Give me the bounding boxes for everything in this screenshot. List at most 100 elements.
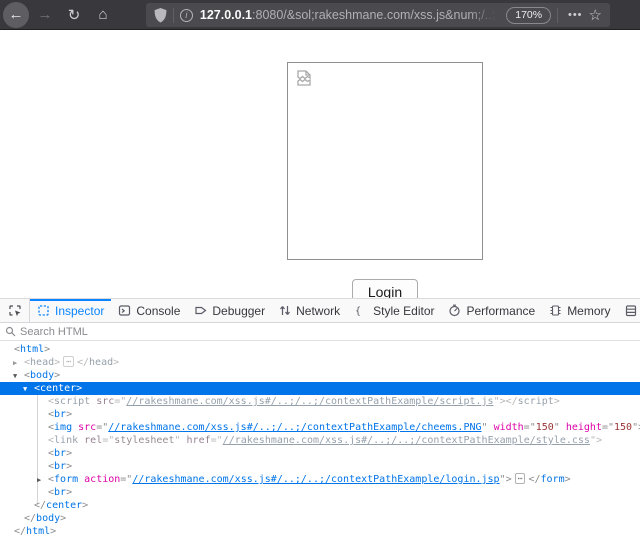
url-bar[interactable]: i 127.0.0.1:8080/&sol;rakeshmane.com/xss… bbox=[146, 3, 610, 27]
dom-punct: > bbox=[66, 409, 72, 420]
dom-punct: > bbox=[76, 383, 82, 394]
dom-punct: > bbox=[113, 357, 119, 368]
dom-tag: body bbox=[36, 513, 60, 524]
devtools-tabbar: Inspector Console Debugger Network bbox=[0, 298, 640, 323]
tab-network[interactable]: Network bbox=[272, 299, 347, 322]
url-path: :8080/&sol;rakeshmane.com/xss.js&num;/..… bbox=[252, 8, 502, 22]
dom-row-br[interactable]: <br> bbox=[0, 486, 640, 499]
dom-row-body-close[interactable]: </body> bbox=[0, 512, 640, 525]
site-info-icon[interactable]: i bbox=[180, 9, 193, 22]
dom-attr-link[interactable]: //rakeshmane.com/xss.js#/..;/..;/context… bbox=[126, 396, 493, 407]
dom-punct: > bbox=[54, 370, 60, 381]
dom-attr-link[interactable]: //rakeshmane.com/xss.js#/..;/..;/context… bbox=[223, 435, 590, 446]
dom-row-img[interactable]: <img src="//rakeshmane.com/xss.js#/..;/.… bbox=[0, 421, 640, 434]
dom-row-html-close[interactable]: </html> bbox=[0, 525, 640, 538]
dom-punct: " bbox=[482, 422, 494, 433]
dom-punct: > bbox=[54, 357, 60, 368]
dom-tag: head bbox=[89, 357, 113, 368]
dom-punct: > bbox=[554, 396, 560, 407]
dom-attr-link[interactable]: //rakeshmane.com/xss.js#/..;/..;/context… bbox=[132, 474, 499, 485]
devtools-search-bar bbox=[0, 323, 640, 341]
page-actions-icon[interactable]: ••• bbox=[564, 9, 587, 21]
dom-tag: form bbox=[54, 474, 78, 485]
search-html-input[interactable] bbox=[20, 326, 640, 338]
dom-row-br[interactable]: <br> bbox=[0, 460, 640, 473]
dom-attr-name: height bbox=[566, 422, 602, 433]
dom-punct: > bbox=[60, 513, 66, 524]
url-host: 127.0.0.1 bbox=[200, 8, 252, 22]
dom-tag: head bbox=[30, 357, 54, 368]
dom-tag: center bbox=[46, 500, 82, 511]
dom-attr-value: stylesheet bbox=[114, 435, 174, 446]
dom-punct: =" bbox=[524, 422, 536, 433]
urlbar-separator bbox=[173, 8, 174, 23]
dom-punct: </ bbox=[14, 526, 26, 537]
reload-button[interactable]: ↻ bbox=[61, 2, 87, 28]
login-button[interactable]: Login bbox=[352, 279, 418, 298]
network-icon bbox=[279, 304, 291, 317]
dom-punct: =" bbox=[211, 435, 223, 446]
tab-inspector[interactable]: Inspector bbox=[30, 299, 111, 322]
dom-row-link[interactable]: <link rel="stylesheet" href="//rakeshman… bbox=[0, 434, 640, 447]
page-viewport: Login bbox=[0, 31, 640, 298]
dom-row-body-open[interactable]: ▼<body> bbox=[0, 369, 640, 382]
dom-punct: "> bbox=[500, 474, 512, 485]
dom-punct: " bbox=[174, 435, 186, 446]
dom-attr-name: src bbox=[78, 422, 96, 433]
dom-row-head[interactable]: ▶<head>⋯</head> bbox=[0, 356, 640, 369]
tab-storage[interactable]: Storage bbox=[618, 299, 640, 322]
dom-punct: </ bbox=[24, 513, 36, 524]
dom-row-br[interactable]: <br> bbox=[0, 447, 640, 460]
tab-console[interactable]: Console bbox=[111, 299, 187, 322]
shield-icon[interactable] bbox=[154, 8, 167, 23]
storage-icon bbox=[625, 304, 637, 317]
dom-row-form[interactable]: ▶<form action="//rakeshmane.com/xss.js#/… bbox=[0, 473, 640, 486]
dom-punct: "> bbox=[632, 422, 640, 433]
dom-row-script[interactable]: <script src="//rakeshmane.com/xss.js#/..… bbox=[0, 395, 640, 408]
url-text[interactable]: 127.0.0.1:8080/&sol;rakeshmane.com/xss.j… bbox=[200, 8, 502, 22]
dom-punct: =" bbox=[114, 396, 126, 407]
dom-punct: > bbox=[565, 474, 571, 485]
memory-icon bbox=[549, 304, 562, 317]
tab-memory[interactable]: Memory bbox=[542, 299, 617, 322]
dom-attr-name: width bbox=[494, 422, 524, 433]
browser-toolbar: ← → ↻ ⌂ i 127.0.0.1:8080/&sol;rakeshmane… bbox=[0, 0, 640, 30]
home-button[interactable]: ⌂ bbox=[90, 2, 116, 28]
dom-punct: </ bbox=[528, 474, 540, 485]
dom-punct: > bbox=[66, 461, 72, 472]
dom-punct: > bbox=[82, 500, 88, 511]
dom-punct: > bbox=[66, 487, 72, 498]
dom-row-center-close[interactable]: </center> bbox=[0, 499, 640, 512]
dom-punct: =" bbox=[602, 422, 614, 433]
tab-style-editor[interactable]: { } Style Editor bbox=[347, 299, 441, 322]
dom-tag: img bbox=[54, 422, 72, 433]
dom-ellipsis-badge[interactable]: ⋯ bbox=[515, 473, 526, 484]
dom-tag: center bbox=[40, 383, 76, 394]
console-icon bbox=[118, 304, 131, 317]
dom-attr-value: 150 bbox=[614, 422, 632, 433]
dom-punct: =" bbox=[102, 435, 114, 446]
dom-attr-name: action bbox=[84, 474, 120, 485]
dom-attr-link[interactable]: //rakeshmane.com/xss.js#/..;/..;/context… bbox=[108, 422, 481, 433]
element-picker-button[interactable] bbox=[0, 299, 30, 322]
forward-button[interactable]: → bbox=[32, 2, 58, 28]
dom-tag: html bbox=[20, 344, 44, 355]
back-button[interactable]: ← bbox=[3, 2, 29, 28]
browser-window: ← → ↻ ⌂ i 127.0.0.1:8080/&sol;rakeshmane… bbox=[0, 0, 640, 558]
dom-row-br[interactable]: <br> bbox=[0, 408, 640, 421]
dom-row-html-open[interactable]: <html> bbox=[0, 343, 640, 356]
dom-tag: body bbox=[30, 370, 54, 381]
dom-tag: script bbox=[54, 396, 90, 407]
tab-debugger[interactable]: Debugger bbox=[187, 299, 272, 322]
tab-performance[interactable]: Performance bbox=[441, 299, 542, 322]
zoom-level-badge[interactable]: 170% bbox=[506, 7, 551, 24]
dom-punct: </ bbox=[34, 500, 46, 511]
dom-tag: br bbox=[54, 461, 66, 472]
dom-tag: br bbox=[54, 409, 66, 420]
dom-row-center-open[interactable]: ▼<center> bbox=[0, 382, 640, 395]
devtools-panel: Inspector Console Debugger Network bbox=[0, 298, 640, 558]
dom-attr-name: rel bbox=[84, 435, 102, 446]
urlbar-separator bbox=[557, 8, 558, 23]
dom-ellipsis-badge[interactable]: ⋯ bbox=[63, 356, 74, 367]
bookmark-star-icon[interactable]: ☆ bbox=[587, 6, 604, 24]
